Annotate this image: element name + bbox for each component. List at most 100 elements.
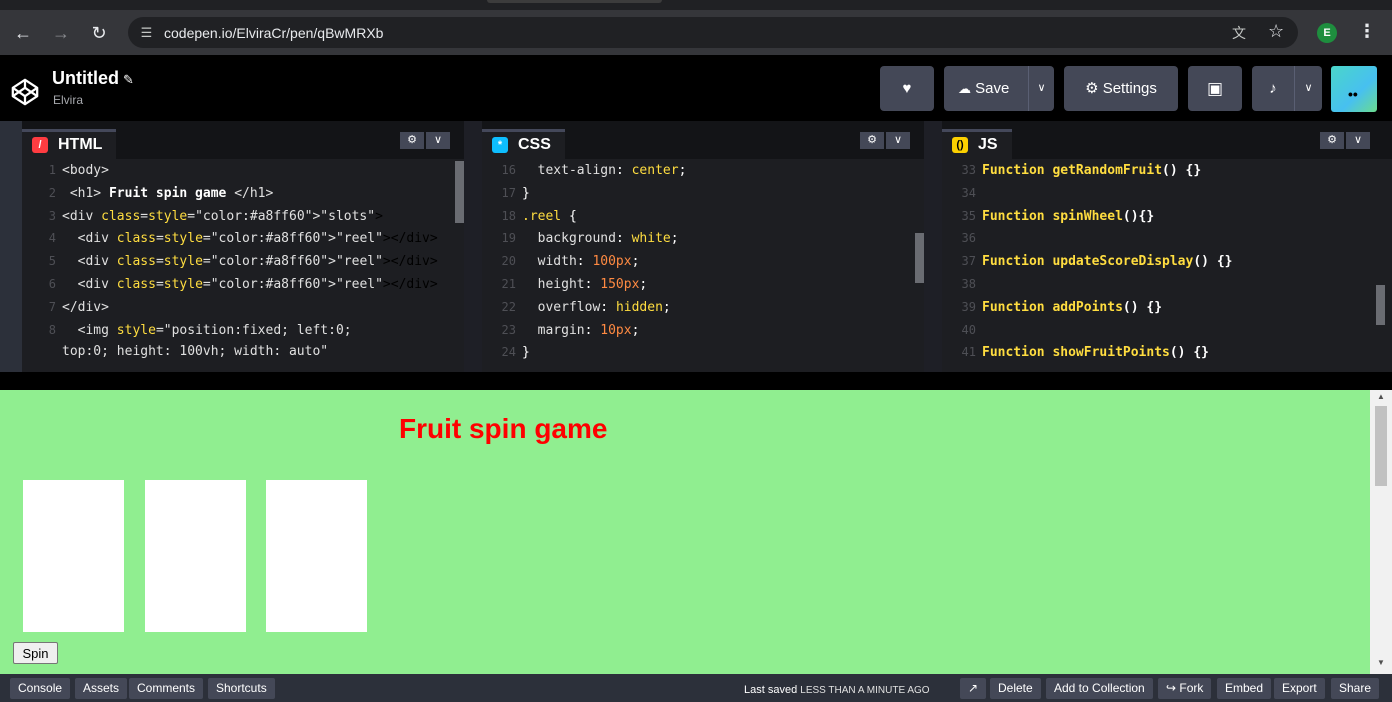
left-resize-bar[interactable]	[0, 121, 22, 372]
code-line[interactable]: 40	[942, 319, 1392, 342]
codepen-header: Untitled ✎ Elvira ♥ ☁ Save ∨ ⚙ Settings ▣…	[0, 55, 1392, 121]
assets-button[interactable]: Assets	[75, 678, 128, 699]
tab-html[interactable]: / HTML	[22, 129, 117, 159]
arrow-left-icon[interactable]: ←	[10, 20, 36, 46]
profile-avatar[interactable]: E	[1317, 23, 1337, 43]
line-number: 21	[501, 276, 516, 291]
css-scrollbar[interactable]	[915, 233, 924, 283]
line-number: 18	[501, 208, 516, 223]
scroll-thumb[interactable]	[1375, 406, 1387, 486]
code-line[interactable]: 1 <body>	[22, 159, 464, 182]
code-line[interactable]: 37 Function updateScoreDisplay() {}	[942, 250, 1392, 273]
code-line[interactable]: 18 .reel {	[482, 205, 924, 228]
chevron-down-icon[interactable]: ∨	[1346, 132, 1370, 149]
love-button[interactable]: ♥	[880, 66, 934, 111]
resize-handle-2[interactable]	[924, 121, 942, 372]
gear-icon[interactable]: ⚙	[400, 132, 424, 149]
tab-strip	[0, 0, 1392, 10]
code-line[interactable]: 39 Function addPoints() {}	[942, 296, 1392, 319]
code-line[interactable]: 24}	[482, 341, 924, 364]
code-text: height: 150px;	[537, 276, 648, 292]
export-button[interactable]: Export	[1274, 678, 1325, 699]
layout-button[interactable]: ▣	[1188, 66, 1242, 111]
code-line[interactable]: 7 </div>	[22, 296, 464, 319]
code-line[interactable]: 23 margin: 10px;	[482, 319, 924, 342]
code-line[interactable]: 8 <img style="position:fixed; left:0;	[22, 319, 464, 342]
code-text: <body>	[62, 163, 109, 178]
tune-icon[interactable]: ☰	[138, 24, 155, 41]
console-button[interactable]: Console	[10, 678, 71, 699]
saved-prefix: Last saved	[744, 684, 798, 696]
arrow-right-icon[interactable]: →	[48, 20, 74, 46]
code-line[interactable]: 35 Function spinWheel(){}	[942, 205, 1392, 228]
code-text: top:0; height: 100vh; width: auto"	[62, 344, 329, 360]
shortcuts-button[interactable]: Shortcuts	[208, 678, 275, 699]
save-dropdown-button[interactable]: ∨	[1028, 66, 1054, 111]
code-line[interactable]: 41 Function showFruitPoints() {}	[942, 341, 1392, 364]
code-line[interactable]: 21 height: 150px;	[482, 273, 924, 296]
pin-button[interactable]: ♪	[1252, 66, 1294, 111]
address-bar[interactable]: ☰ codepen.io/ElviraCr/pen/qBwMRXb	[128, 17, 1298, 48]
line-number: 24	[501, 345, 516, 360]
scroll-up-icon[interactable]: ▲	[1370, 392, 1392, 401]
star-icon[interactable]: ☆	[1268, 21, 1284, 42]
code-line[interactable]: 2 <h1> Fruit spin game </h1>	[22, 182, 464, 205]
pin-dropdown-button[interactable]: ∨	[1294, 66, 1322, 111]
code-line[interactable]: 17}	[482, 182, 924, 205]
gear-icon[interactable]: ⚙	[860, 132, 884, 149]
js-code[interactable]: 33 Function getRandomFruit() {} 34 35 Functi…	[942, 159, 1392, 372]
embed-button[interactable]: Embed	[1217, 678, 1272, 699]
tab-js[interactable]: () JS	[942, 129, 1012, 159]
user-avatar[interactable]: ••	[1331, 66, 1377, 112]
code-line[interactable]: 36	[942, 227, 1392, 250]
html-code[interactable]: 1 <body> 2 <h1> Fruit spin game </h1> 3 <div…	[22, 159, 464, 372]
code-line[interactable]: 34	[942, 182, 1392, 205]
code-line[interactable]: 19 background: white;	[482, 227, 924, 250]
gear-icon: ⚙	[1085, 80, 1099, 97]
gear-icon[interactable]: ⚙	[1320, 132, 1344, 149]
code-line[interactable]: 38	[942, 273, 1392, 296]
preview-scrollbar[interactable]: ▲ ▼	[1370, 390, 1392, 674]
code-line[interactable]: top:0; height: 100vh; width: auto"	[22, 341, 464, 364]
pen-author[interactable]: Elvira	[53, 93, 83, 107]
save-button[interactable]: ☁ Save	[944, 66, 1028, 111]
scroll-down-icon[interactable]: ▼	[1370, 658, 1392, 667]
code-line[interactable]: 6 <div class=style="color:#a8ff60">"reel…	[22, 273, 464, 296]
codepen-logo-icon[interactable]	[10, 77, 40, 107]
pencil-icon[interactable]: ✎	[123, 72, 134, 87]
reload-icon[interactable]: ↻	[86, 20, 112, 46]
browser-toolbar: ← → ↻ ☰ codepen.io/ElviraCr/pen/qBwMRXb …	[0, 10, 1392, 55]
code-line[interactable]: 4 <div class=style="color:#a8ff60">"reel…	[22, 227, 464, 250]
line-number: 41	[961, 345, 976, 360]
line-number: 40	[961, 322, 976, 337]
chevron-down-icon[interactable]: ∨	[426, 132, 450, 149]
share-button[interactable]: Share	[1331, 678, 1380, 699]
js-scrollbar[interactable]	[1376, 285, 1385, 325]
tab-css[interactable]: * CSS	[482, 129, 565, 159]
pen-title[interactable]: Untitled ✎	[52, 68, 134, 89]
code-line[interactable]: 3 <div class=style="color:#a8ff60">"slots…	[22, 205, 464, 228]
code-line[interactable]: 5 <div class=style="color:#a8ff60">"reel…	[22, 250, 464, 273]
delete-button[interactable]: Delete	[990, 678, 1041, 699]
comments-button[interactable]: Comments	[129, 678, 204, 699]
chevron-down-icon[interactable]: ∨	[886, 132, 910, 149]
kebab-icon[interactable]: ⋮	[1358, 21, 1376, 42]
url-text[interactable]: codepen.io/ElviraCr/pen/qBwMRXb	[164, 25, 383, 41]
resize-handle-1[interactable]	[464, 121, 482, 372]
code-line[interactable]: 33 Function getRandomFruit() {}	[942, 159, 1392, 182]
translate-icon[interactable]: 文	[1232, 23, 1252, 41]
fork-button[interactable]: ↪ Fork	[1158, 678, 1212, 699]
code-line[interactable]: 16 text-align: center;	[482, 159, 924, 182]
settings-button[interactable]: ⚙ Settings	[1064, 66, 1178, 111]
add-to-collection-button[interactable]: Add to Collection	[1046, 678, 1153, 699]
html-scrollbar[interactable]	[455, 161, 464, 223]
css-code[interactable]: 16 text-align: center; 17} 18 .reel {19 bac…	[482, 159, 924, 372]
fork-icon: ↪	[1166, 681, 1177, 695]
open-external-button[interactable]: ↗	[960, 678, 986, 699]
js-editor-pane: () JS ⚙ ∨ 33 Function getRandomFruit() {}…	[942, 121, 1392, 372]
code-line[interactable]: 22 overflow: hidden;	[482, 296, 924, 319]
code-text: Function showFruitPoints() {}	[982, 345, 1209, 361]
js-pane-controls: ⚙ ∨	[1320, 132, 1370, 149]
code-line[interactable]: 20 width: 100px;	[482, 250, 924, 273]
spin-button[interactable]: Spin	[13, 642, 58, 664]
